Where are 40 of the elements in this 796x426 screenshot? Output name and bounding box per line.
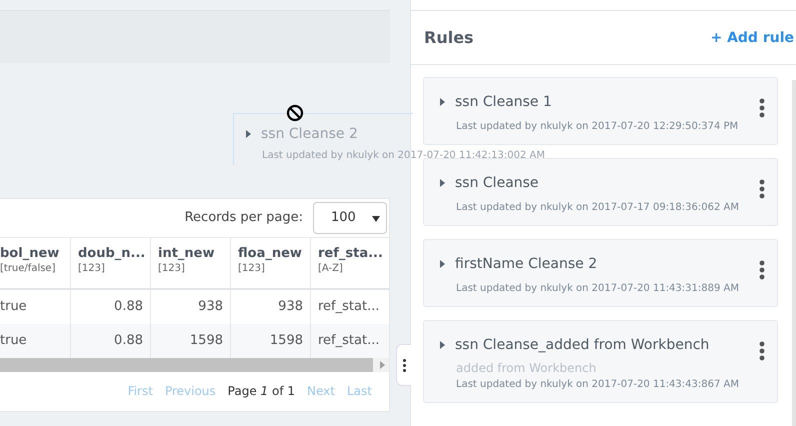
rule-name: ssn Cleanse 1 [455,94,552,110]
page-indicator: Page 1 of 1 [228,384,296,398]
records-per-page-select[interactable]: 100 [313,202,387,234]
more-options-icon[interactable] [759,98,765,118]
caret-icon [372,216,380,222]
rule-card[interactable]: firstName Cleanse 2 Last updated by nkulyk on 2017-07-20 11:43:31:889 AM [423,239,778,307]
expand-icon[interactable] [440,98,445,106]
column-header[interactable]: doub_n... [123] [70,238,150,288]
table-cell-text: true [0,298,28,316]
records-per-page-label: Records per page: [184,210,303,226]
column-header[interactable]: bol_new [true/false] [0,238,70,288]
expand-icon[interactable] [440,179,445,187]
rule-card[interactable]: ssn Cleanse Last updated by nkulyk on 2017-07-17 09:18:36:062 AM [423,158,778,226]
expand-icon [246,130,251,138]
rule-name: ssn Cleanse_added from Workbench [455,337,710,353]
column-header[interactable]: floa_new [123] [230,238,310,288]
rule-card[interactable]: ssn Cleanse_added from Workbench added from Workbench Last updated by nkulyk on 2017-07-20 11:43:43:867 AM [423,320,778,403]
add-rule-link[interactable]: + Add rule [710,30,794,46]
rule-name: firstName Cleanse 2 [455,256,598,272]
horizontal-scrollbar[interactable] [0,358,389,372]
column-header[interactable]: ref_sta... [A-Z] [310,238,390,288]
rule-updated-text: Last updated by nkulyk on 2017-07-20 11:43:31:889 AM [456,283,740,294]
column-header[interactable]: int_new [123] [150,238,230,288]
rule-card[interactable]: ssn Cleanse 1 Last updated by nkulyk on 2017-07-20 12:29:50:374 PM [423,77,778,145]
not-allowed-cursor-icon [286,104,304,122]
rule-description: added from Workbench [456,361,598,375]
more-options-icon[interactable] [759,341,765,361]
rule-name: ssn Cleanse 2 [261,126,358,142]
expand-icon[interactable] [440,341,445,349]
rule-name: ssn Cleanse [455,175,539,191]
more-options-icon[interactable] [759,179,765,199]
table-cell-text: true [0,332,28,350]
rule-updated-text: Last updated by nkulyk on 2017-07-20 12:29:50:374 PM [456,121,740,132]
panel-title: Rules [424,28,474,47]
rule-updated-text: Last updated by nkulyk on 2017-07-20 11:42:13:002 AM [262,150,545,161]
more-options-icon[interactable] [759,260,765,280]
rule-updated-text: Last updated by nkulyk on 2017-07-17 09:18:36:062 AM [456,202,740,213]
expand-icon[interactable] [440,260,445,268]
panel-resize-handle[interactable] [396,344,411,386]
rule-updated-text: Last updated by nkulyk on 2017-07-20 11:43:43:867 AM [456,379,740,390]
